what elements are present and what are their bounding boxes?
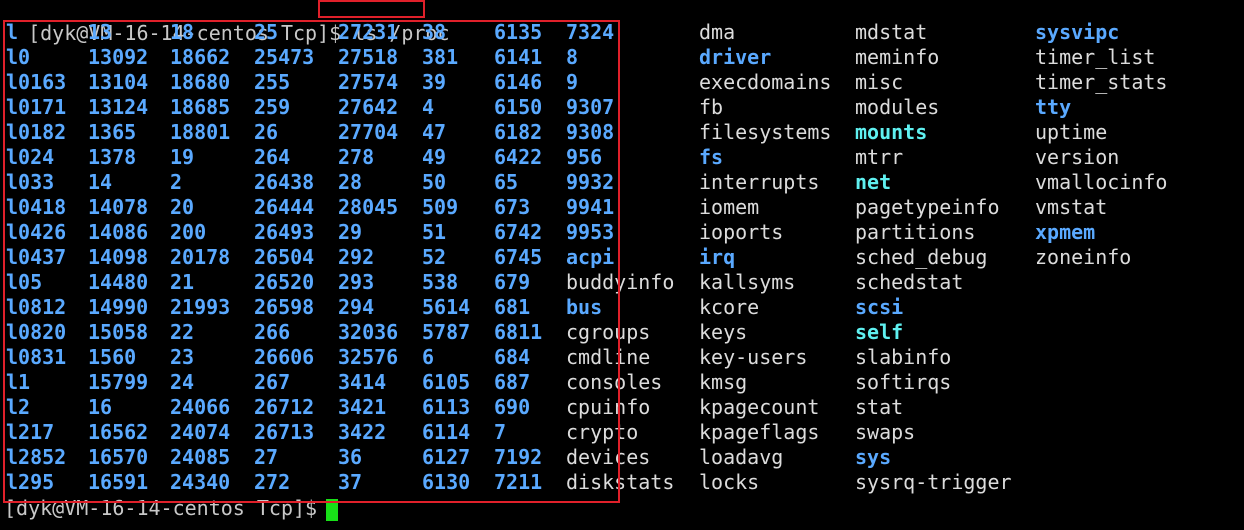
file-entry: timer_list: [1035, 45, 1156, 69]
file-entry: filesystems: [699, 120, 832, 144]
file-entry: sched_debug: [855, 245, 988, 269]
file-entry: execdomains: [699, 70, 832, 94]
file-entry: fb: [699, 95, 724, 119]
file-entry: timer_stats: [1035, 70, 1168, 94]
file-entry: schedstat: [855, 270, 964, 294]
dir-entry: irq: [699, 245, 736, 269]
file-entry: kcore: [699, 295, 760, 319]
file-entry: version: [1035, 145, 1120, 169]
file-entry: iomem: [699, 195, 760, 219]
file-entry: softirqs: [855, 370, 952, 394]
file-entry: loadavg: [699, 445, 784, 469]
file-entry: dma: [699, 20, 736, 44]
file-entry: keys: [699, 320, 748, 344]
file-entry: pagetypeinfo: [855, 195, 1000, 219]
dir-entry: mounts: [855, 120, 928, 144]
file-entry: kmsg: [699, 370, 748, 394]
file-entry: vmallocinfo: [1035, 170, 1168, 194]
file-entry: kpageflags: [699, 420, 820, 444]
file-entry: stat: [855, 395, 904, 419]
command-highlight-box: [318, 0, 425, 18]
file-entry: modules: [855, 95, 940, 119]
file-entry: interrupts: [699, 170, 820, 194]
file-entry: uptime: [1035, 120, 1108, 144]
dir-entry: sysvipc: [1035, 20, 1120, 44]
file-entry: mtrr: [855, 145, 904, 169]
file-entry: partitions: [855, 220, 976, 244]
file-entry: swaps: [855, 420, 916, 444]
file-entry: mdstat: [855, 20, 928, 44]
file-entry: vmstat: [1035, 195, 1108, 219]
file-entry: ioports: [699, 220, 784, 244]
file-entry: zoneinfo: [1035, 245, 1132, 269]
file-entry: slabinfo: [855, 345, 952, 369]
file-entry: key-users: [699, 345, 808, 369]
file-entry: misc: [855, 70, 904, 94]
dir-entry: driver: [699, 45, 772, 69]
dir-entry: xpmem: [1035, 220, 1096, 244]
dir-entry: self: [855, 320, 904, 344]
file-entry: kpagecount: [699, 395, 820, 419]
dir-entry: tty: [1035, 95, 1072, 119]
file-entry: locks: [699, 470, 760, 494]
dir-entry: sys: [855, 445, 892, 469]
dir-entry: fs: [699, 145, 724, 169]
file-entry: sysrq-trigger: [855, 470, 1012, 494]
file-entry: kallsyms: [699, 270, 796, 294]
dir-entry: scsi: [855, 295, 904, 319]
file-entry: meminfo: [855, 45, 940, 69]
dir-entry: net: [855, 170, 892, 194]
numeric-entries-highlight-box: [3, 20, 620, 503]
